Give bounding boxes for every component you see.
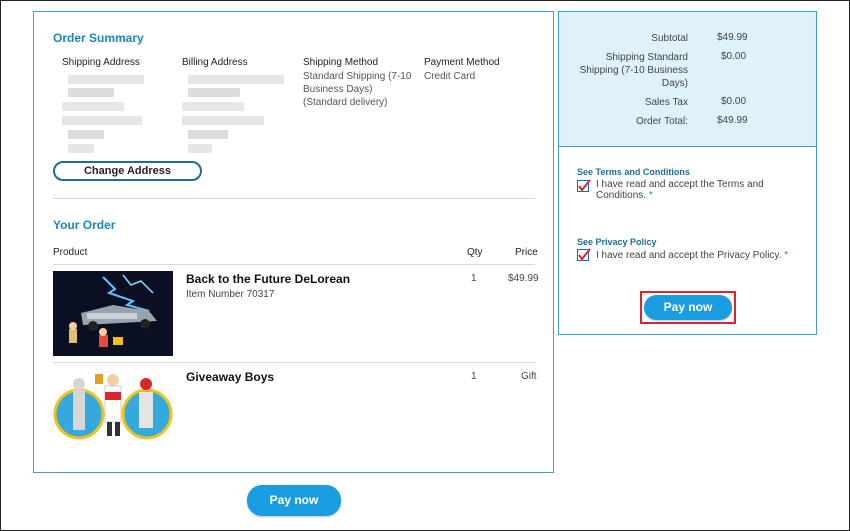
col-qty: Qty [467,247,483,258]
shipping-label: Shipping Standard Shipping (7-10 Busines… [579,52,688,89]
sales-tax-value: $0.00 [721,96,747,107]
terms-checkbox[interactable] [577,179,592,193]
col-product: Product [53,247,88,258]
payment-method: Payment Method Credit Card [424,56,534,83]
required-mark: * [784,250,789,261]
order-total-label: Order Total: [635,116,688,127]
col-price: Price [515,247,538,258]
product-qty: 1 [471,371,477,382]
privacy-link[interactable]: See Privacy Policy [577,237,657,247]
privacy-checkbox[interactable] [577,248,592,262]
shipping-method: Shipping Method Standard Shipping (7-10 … [303,56,413,109]
order-summary-title: Order Summary [53,31,144,45]
shipping-method-label: Shipping Method [303,57,379,68]
subtotal-label: Subtotal [651,33,688,44]
subtotal-value: $49.99 [717,32,748,43]
your-order-title: Your Order [53,218,116,232]
product-price: Gift [521,371,537,382]
pay-now-button[interactable]: Pay now [644,295,732,320]
terms-accept-text: I have read and accept the Terms and Con… [596,179,764,201]
payment-method-label: Payment Method [424,57,500,68]
order-panel: Order Summary Shipping Address Billing A… [33,11,554,473]
product-qty: 1 [471,273,477,284]
required-mark: * [648,190,653,201]
product-name: Back to the Future DeLorean [186,272,351,286]
delorean-product-image [53,271,173,356]
product-price: $49.99 [508,273,539,284]
shipping-value: $0.00 [721,51,747,62]
billing-address-label: Billing Address [182,57,248,68]
shipping-address-redacted [62,75,177,157]
product-item-number: Item Number 70317 [186,289,275,300]
shipping-method-value: Standard Shipping (7-10 Business Days) (… [303,71,412,108]
payment-method-value: Credit Card [424,71,476,82]
terms-link[interactable]: See Terms and Conditions [577,167,690,177]
product-name: Giveaway Boys [186,370,275,384]
divider [53,198,535,199]
pay-now-button-bottom[interactable]: Pay now [247,485,341,516]
order-totals: Subtotal $49.99 Shipping Standard Shippi… [559,12,816,147]
billing-address-redacted [182,75,297,157]
order-total-value: $49.99 [717,115,748,126]
privacy-accept-text: I have read and accept the Privacy Polic… [596,250,789,261]
sales-tax-label: Sales Tax [644,97,688,108]
shipping-address-label: Shipping Address [62,57,140,68]
billing-address: Billing Address [182,56,297,157]
giveaway-boys-product-image [53,370,173,445]
divider [53,264,535,265]
divider [53,362,535,363]
shipping-address: Shipping Address [62,56,177,157]
checkout-sidebar: Subtotal $49.99 Shipping Standard Shippi… [558,11,817,335]
change-address-button[interactable]: Change Address [53,161,202,181]
